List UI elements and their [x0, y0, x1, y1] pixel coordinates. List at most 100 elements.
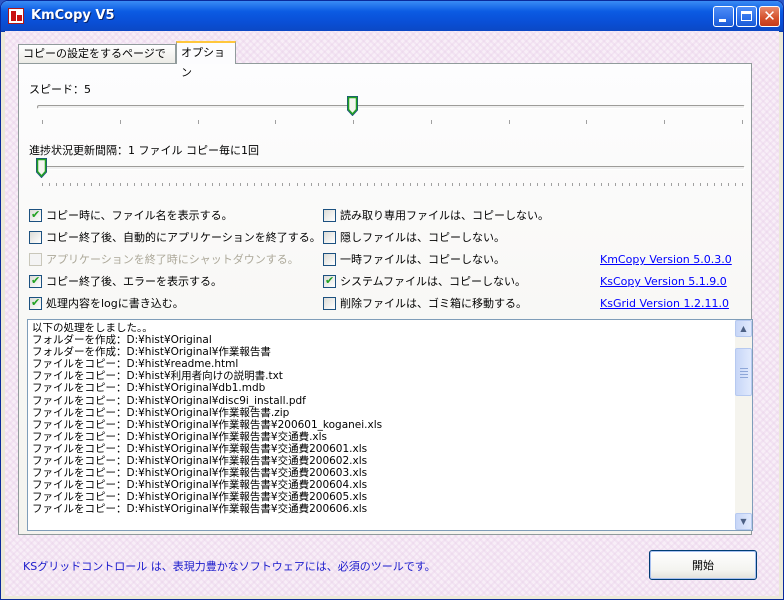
slider-tick — [331, 183, 333, 186]
slider-tick — [98, 183, 100, 186]
slider-tick — [140, 183, 142, 186]
slider-tick — [586, 183, 588, 186]
log-line: ファイルをコピー：D:¥hist¥Original¥作業報告書¥交通費20060… — [32, 479, 368, 492]
scroll-down-button[interactable]: ▼ — [735, 513, 752, 530]
slider-tick — [190, 183, 192, 186]
speed-slider-thumb[interactable] — [347, 96, 358, 116]
interval-slider-thumb[interactable] — [36, 158, 47, 178]
tab-options[interactable]: オプション — [176, 41, 236, 79]
checkbox-label: 読み取り専用ファイルは、コピーしない。 — [340, 209, 549, 222]
chevron-up-icon: ▲ — [740, 324, 747, 333]
slider-tick — [388, 183, 390, 186]
slider-tick — [211, 183, 213, 186]
slider-tick — [501, 183, 503, 186]
slider-tick — [247, 183, 249, 186]
slider-tick — [508, 183, 510, 186]
slider-tick — [742, 120, 743, 124]
slider-tick — [119, 183, 121, 186]
slider-tick — [338, 183, 340, 186]
maximize-button[interactable] — [736, 6, 757, 27]
log-line: ファイルをコピー：D:¥hist¥Original¥作業報告書¥交通費20060… — [32, 455, 368, 468]
slider-tick — [558, 183, 560, 186]
checkbox-label: アプリケーションを終了時にシャットダウンする。 — [46, 253, 299, 266]
slider-tick — [239, 183, 241, 186]
slider-tick — [529, 183, 531, 186]
checkbox-label: コピー終了後、エラーを表示する。 — [46, 275, 222, 288]
slider-tick — [593, 183, 595, 186]
slider-tick — [515, 183, 517, 186]
slider-tick — [218, 183, 220, 186]
checkbox-label: コピー終了後、自動的にアプリケーションを終了する。 — [46, 231, 321, 244]
slider-tick — [445, 183, 447, 186]
slider-tick — [671, 183, 673, 186]
scroll-thumb[interactable] — [735, 348, 752, 396]
slider-tick — [685, 183, 687, 186]
slider-tick — [289, 183, 291, 186]
slider-tick — [119, 120, 121, 124]
checkbox-box[interactable] — [323, 297, 336, 310]
scroll-up-button[interactable]: ▲ — [735, 320, 752, 337]
checkbox-label: 処理内容をlogに書き込む。 — [46, 297, 184, 310]
start-button[interactable]: 開始 — [649, 550, 757, 580]
slider-tick — [600, 183, 602, 186]
checkbox-box[interactable] — [29, 208, 42, 222]
checkbox-box[interactable] — [29, 296, 42, 310]
slider-tick — [42, 120, 43, 124]
checkbox-label: コピー時に、ファイル名を表示する。 — [46, 209, 233, 222]
close-button[interactable]: ✕ — [759, 6, 780, 27]
slider-tick — [586, 120, 588, 124]
slider-tick — [197, 183, 199, 186]
slider-tick — [466, 183, 468, 186]
slider-tick — [268, 183, 270, 186]
speed-slider-track[interactable] — [37, 105, 745, 109]
interval-label: 進捗状況更新間隔：1 ファイル コピー毎に1回 — [29, 144, 259, 157]
slider-tick — [296, 183, 298, 186]
slider-tick — [713, 183, 715, 186]
checkbox-box[interactable] — [29, 274, 42, 288]
app-icon[interactable] — [8, 8, 24, 24]
slider-tick — [579, 183, 581, 186]
slider-tick — [84, 183, 86, 186]
checkbox-box — [29, 253, 42, 266]
log-line: 以下の処理をしました。。 — [32, 322, 153, 334]
slider-tick — [487, 183, 489, 186]
title-bar[interactable]: KmCopy V5 ✕ — [1, 1, 783, 32]
log-scrollbar[interactable]: ▲ ▼ — [735, 320, 752, 530]
slider-tick — [508, 120, 510, 124]
interval-slider-track[interactable] — [37, 166, 745, 170]
slider-tick — [176, 183, 178, 186]
slider-tick — [628, 183, 630, 186]
checkbox-box[interactable] — [323, 253, 336, 266]
log-line: ファイルをコピー：D:¥hist¥readme.html — [32, 358, 239, 371]
checkbox-label: システムファイルは、コピーしない。 — [340, 275, 527, 288]
checkbox-box[interactable] — [323, 231, 336, 244]
speed-label: スピード：5 — [29, 83, 91, 96]
slider-tick — [353, 183, 355, 186]
slider-tick — [70, 183, 72, 186]
tab-settings[interactable]: コピーの設定をするページです。 — [18, 44, 176, 78]
checkbox-box[interactable] — [29, 231, 42, 244]
log-line: ファイルをコピー：D:¥hist¥Original¥作業報告書¥交通費.xls — [32, 430, 328, 443]
app-window: KmCopy V5 ✕ コピーの設定をするページです。 オプション スピード：5… — [0, 0, 784, 600]
slider-tick — [621, 183, 623, 186]
footer-message: KSグリッドコントロール は、表現力豊かなソフトウェアには、必須のツールです。 — [23, 560, 436, 573]
checkbox-box[interactable] — [323, 209, 336, 222]
log-line: ファイルをコピー：D:¥hist¥Original¥作業報告書¥200601_k… — [32, 418, 383, 431]
link-kscopy-version[interactable]: KsCopy Version 5.1.9.0 — [600, 275, 727, 288]
slider-tick — [480, 183, 482, 186]
slider-tick — [353, 120, 355, 124]
slider-tick — [699, 183, 701, 186]
slider-tick — [133, 183, 135, 186]
slider-tick — [650, 183, 652, 186]
minimize-button[interactable] — [713, 6, 734, 27]
slider-tick — [706, 183, 708, 186]
link-ksgrid-version[interactable]: KsGrid Version 1.2.11.0 — [600, 297, 729, 310]
slider-tick — [416, 183, 418, 186]
slider-tick — [678, 183, 680, 186]
slider-tick — [204, 183, 206, 186]
log-textbox[interactable]: 以下の処理をしました。。 フォルダーを作成：D:¥hist¥Original フォル… — [27, 319, 753, 531]
slider-tick — [395, 183, 397, 186]
checkbox-box[interactable] — [323, 274, 336, 288]
slider-tick — [367, 183, 369, 186]
link-kmcopy-version[interactable]: KmCopy Version 5.0.3.0 — [600, 253, 732, 266]
